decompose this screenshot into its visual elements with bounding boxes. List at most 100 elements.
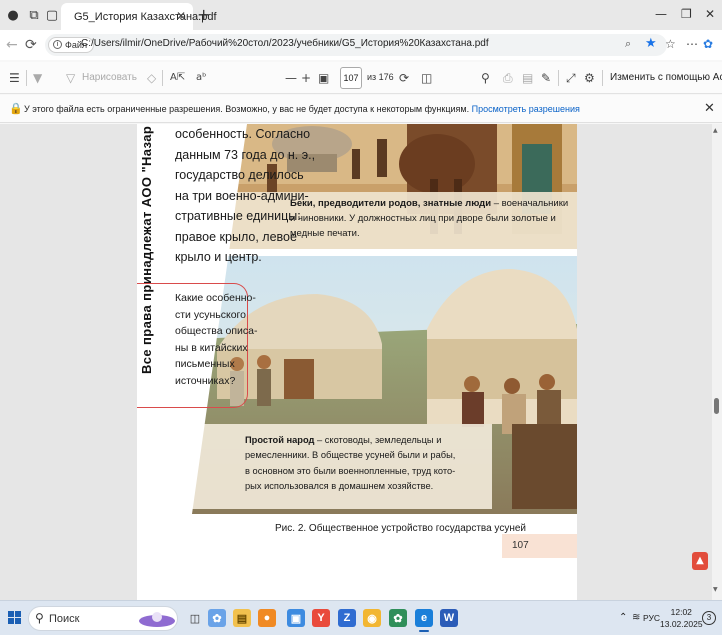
taskbar-search[interactable]: ⚲ Поиск xyxy=(28,606,178,631)
body-line: правое крыло, левое xyxy=(175,229,297,244)
fullscreen-icon[interactable]: ⤢ xyxy=(566,71,576,86)
fit-page-icon[interactable]: ▣ xyxy=(318,71,329,85)
edit-with-acrobat-button[interactable]: Изменить с помощью Acrobat xyxy=(610,72,722,83)
scroll-down-icon[interactable]: ▼ xyxy=(713,586,718,593)
question-line: сти усуньского xyxy=(175,308,246,321)
nobles-caption: Беки, предводители родов, знатные люди –… xyxy=(290,196,575,241)
save-icon[interactable]: ▤ xyxy=(522,71,533,85)
app-orange-icon[interactable]: ● xyxy=(258,609,276,627)
favorite-star-icon[interactable]: ★ xyxy=(645,36,657,51)
tab-bar: ● ⧉ ▢ G5_История Казахстана.pdf ✕ + — ❐ … xyxy=(0,0,722,30)
zoom-icon[interactable]: ⌕ xyxy=(625,37,631,51)
window-close-icon[interactable]: ✕ xyxy=(705,7,715,21)
body-line: данным 73 года до н. э., xyxy=(175,147,316,162)
more-icon[interactable]: ⋯ xyxy=(686,37,698,51)
task-view-icon[interactable]: ◫ xyxy=(186,609,204,627)
acrobat-icon[interactable]: ▲ xyxy=(692,552,708,570)
save-as-icon[interactable]: ✎ xyxy=(541,71,551,85)
clock-date: 13.02.2025 xyxy=(660,619,703,629)
address-row: ← ⟳ i Файл C:/Users/ilmir/OneDrive/Рабоч… xyxy=(0,30,722,60)
search-label: Поиск xyxy=(49,613,80,625)
edge-icon[interactable]: e xyxy=(415,609,433,632)
copilot-icon[interactable]: ✿ xyxy=(703,37,713,51)
draw-label[interactable]: Нарисовать xyxy=(82,72,137,83)
language-indicator[interactable]: РУС xyxy=(643,613,660,623)
close-tab-icon[interactable]: ✕ xyxy=(176,9,186,23)
rotate-icon[interactable]: ⟳ xyxy=(399,71,409,85)
page-view-icon[interactable]: ◫ xyxy=(421,71,432,85)
figure-caption: Рис. 2. Общественное устройство государс… xyxy=(275,523,526,534)
permissions-info-bar: 🔒 У этого файла есть ограниченные разреш… xyxy=(0,95,722,123)
windows-start-icon[interactable] xyxy=(8,611,22,625)
question-text: Какие особенно- сти усуньского общества … xyxy=(175,290,258,390)
url-text[interactable]: C:/Users/ilmir/OneDrive/Рабочий%20стол/2… xyxy=(81,38,489,49)
settings-gear-icon[interactable]: ⚙ xyxy=(584,71,595,85)
print-icon[interactable]: ⎙ xyxy=(503,71,513,86)
common-people-caption: Простой народ – скотоводы, земледельцы и… xyxy=(245,433,460,495)
file-explorer-icon[interactable]: ▤ xyxy=(233,609,251,627)
close-info-bar-icon[interactable]: ✕ xyxy=(704,101,715,116)
minimize-icon[interactable]: — xyxy=(655,7,667,21)
clock-time: 12:02 xyxy=(670,607,692,617)
address-bar[interactable]: i Файл C:/Users/ilmir/OneDrive/Рабочий%2… xyxy=(45,34,667,56)
tab-pdf[interactable]: G5_История Казахстана.pdf ✕ xyxy=(61,3,217,30)
body-paragraph: особенность. Согласно данным 73 года до … xyxy=(175,124,316,268)
app-blue-icon[interactable]: Z xyxy=(338,609,356,627)
search-icon[interactable]: ⚲ xyxy=(481,71,490,85)
divider xyxy=(162,70,163,86)
refresh-icon[interactable]: ⟳ xyxy=(25,37,37,53)
app-green-icon[interactable]: ✿ xyxy=(389,609,407,627)
tab-actions-icon[interactable]: ▢ xyxy=(44,7,60,23)
yandex-icon[interactable]: Y xyxy=(312,609,330,627)
pdf-toolbar: ☰ ▼ ▽ Нарисовать ◇ A⇱ aᵇ — + ▣ 107 из 17… xyxy=(0,62,722,94)
page-count: из 176 xyxy=(367,72,394,82)
pdf-page: Все права принадлежат АОО "Назар особенн… xyxy=(137,124,577,600)
question-line: Какие особенно- xyxy=(175,292,256,304)
back-icon[interactable]: ← xyxy=(6,37,18,53)
contents-icon[interactable]: ☰ xyxy=(9,71,20,85)
profile-icon[interactable]: ● xyxy=(5,7,21,23)
permissions-message-text: У этого файла есть ограниченные разрешен… xyxy=(24,104,470,114)
body-line: на три военно-админи- xyxy=(175,188,309,203)
page-number-input[interactable]: 107 xyxy=(340,67,362,89)
body-line: крыло и центр. xyxy=(175,250,262,264)
tray-chevron-icon[interactable]: ⌃ xyxy=(619,612,627,623)
search-highlight-icon xyxy=(139,612,175,627)
tab-title: G5_История Казахстана.pdf xyxy=(74,10,217,23)
highlight-icon[interactable]: ▼ xyxy=(33,71,42,85)
draw-icon[interactable]: ▽ xyxy=(66,71,75,85)
word-icon[interactable]: W xyxy=(440,609,458,627)
store-icon[interactable]: ▣ xyxy=(287,609,305,627)
divider xyxy=(558,70,559,86)
document-viewer[interactable]: Все права принадлежат АОО "Назар особенн… xyxy=(0,124,722,600)
scrollbar-thumb[interactable] xyxy=(714,398,719,414)
taskbar: ⚲ Поиск ◫ ✿ ▤ ● ▣ Y Z ◉ ✿ e W ⌃ ≋ РУС 12… xyxy=(0,600,722,635)
question-line: ны в китайских xyxy=(175,341,248,354)
widgets-icon[interactable]: ✿ xyxy=(208,609,226,627)
vertical-scrollbar[interactable]: ▲ ▼ xyxy=(712,124,722,600)
read-aloud-icon[interactable]: A⇱ xyxy=(170,72,185,83)
wifi-icon[interactable]: ≋ xyxy=(632,612,640,623)
zoom-in-icon[interactable]: + xyxy=(301,71,311,85)
divider xyxy=(602,70,603,86)
zoom-out-icon[interactable]: — xyxy=(285,71,297,85)
question-line: письменных xyxy=(175,358,235,371)
search-glyph-icon: ⚲ xyxy=(35,611,44,625)
view-permissions-link[interactable]: Просмотреть разрешения xyxy=(472,104,580,114)
info-icon: i xyxy=(53,40,62,49)
workspaces-icon[interactable]: ⧉ xyxy=(26,7,42,23)
question-line: общества описа- xyxy=(175,325,258,338)
translate-icon[interactable]: aᵇ xyxy=(196,72,206,83)
erase-icon[interactable]: ◇ xyxy=(147,71,156,85)
restore-icon[interactable]: ❐ xyxy=(681,7,692,21)
clock[interactable]: 12:02 13.02.2025 xyxy=(660,606,703,630)
notifications-badge[interactable]: 3 xyxy=(702,611,716,625)
question-line: источниках? xyxy=(175,374,236,387)
body-line: государство делилось xyxy=(175,168,304,182)
scroll-up-icon[interactable]: ▲ xyxy=(713,127,718,134)
new-tab-icon[interactable]: + xyxy=(197,5,210,24)
permissions-message: У этого файла есть ограниченные разрешен… xyxy=(24,104,580,114)
nobles-caption-title: Беки, предводители родов, знатные люди xyxy=(290,198,492,209)
favorites-icon[interactable]: ☆ xyxy=(665,37,676,51)
chrome-icon[interactable]: ◉ xyxy=(363,609,381,627)
